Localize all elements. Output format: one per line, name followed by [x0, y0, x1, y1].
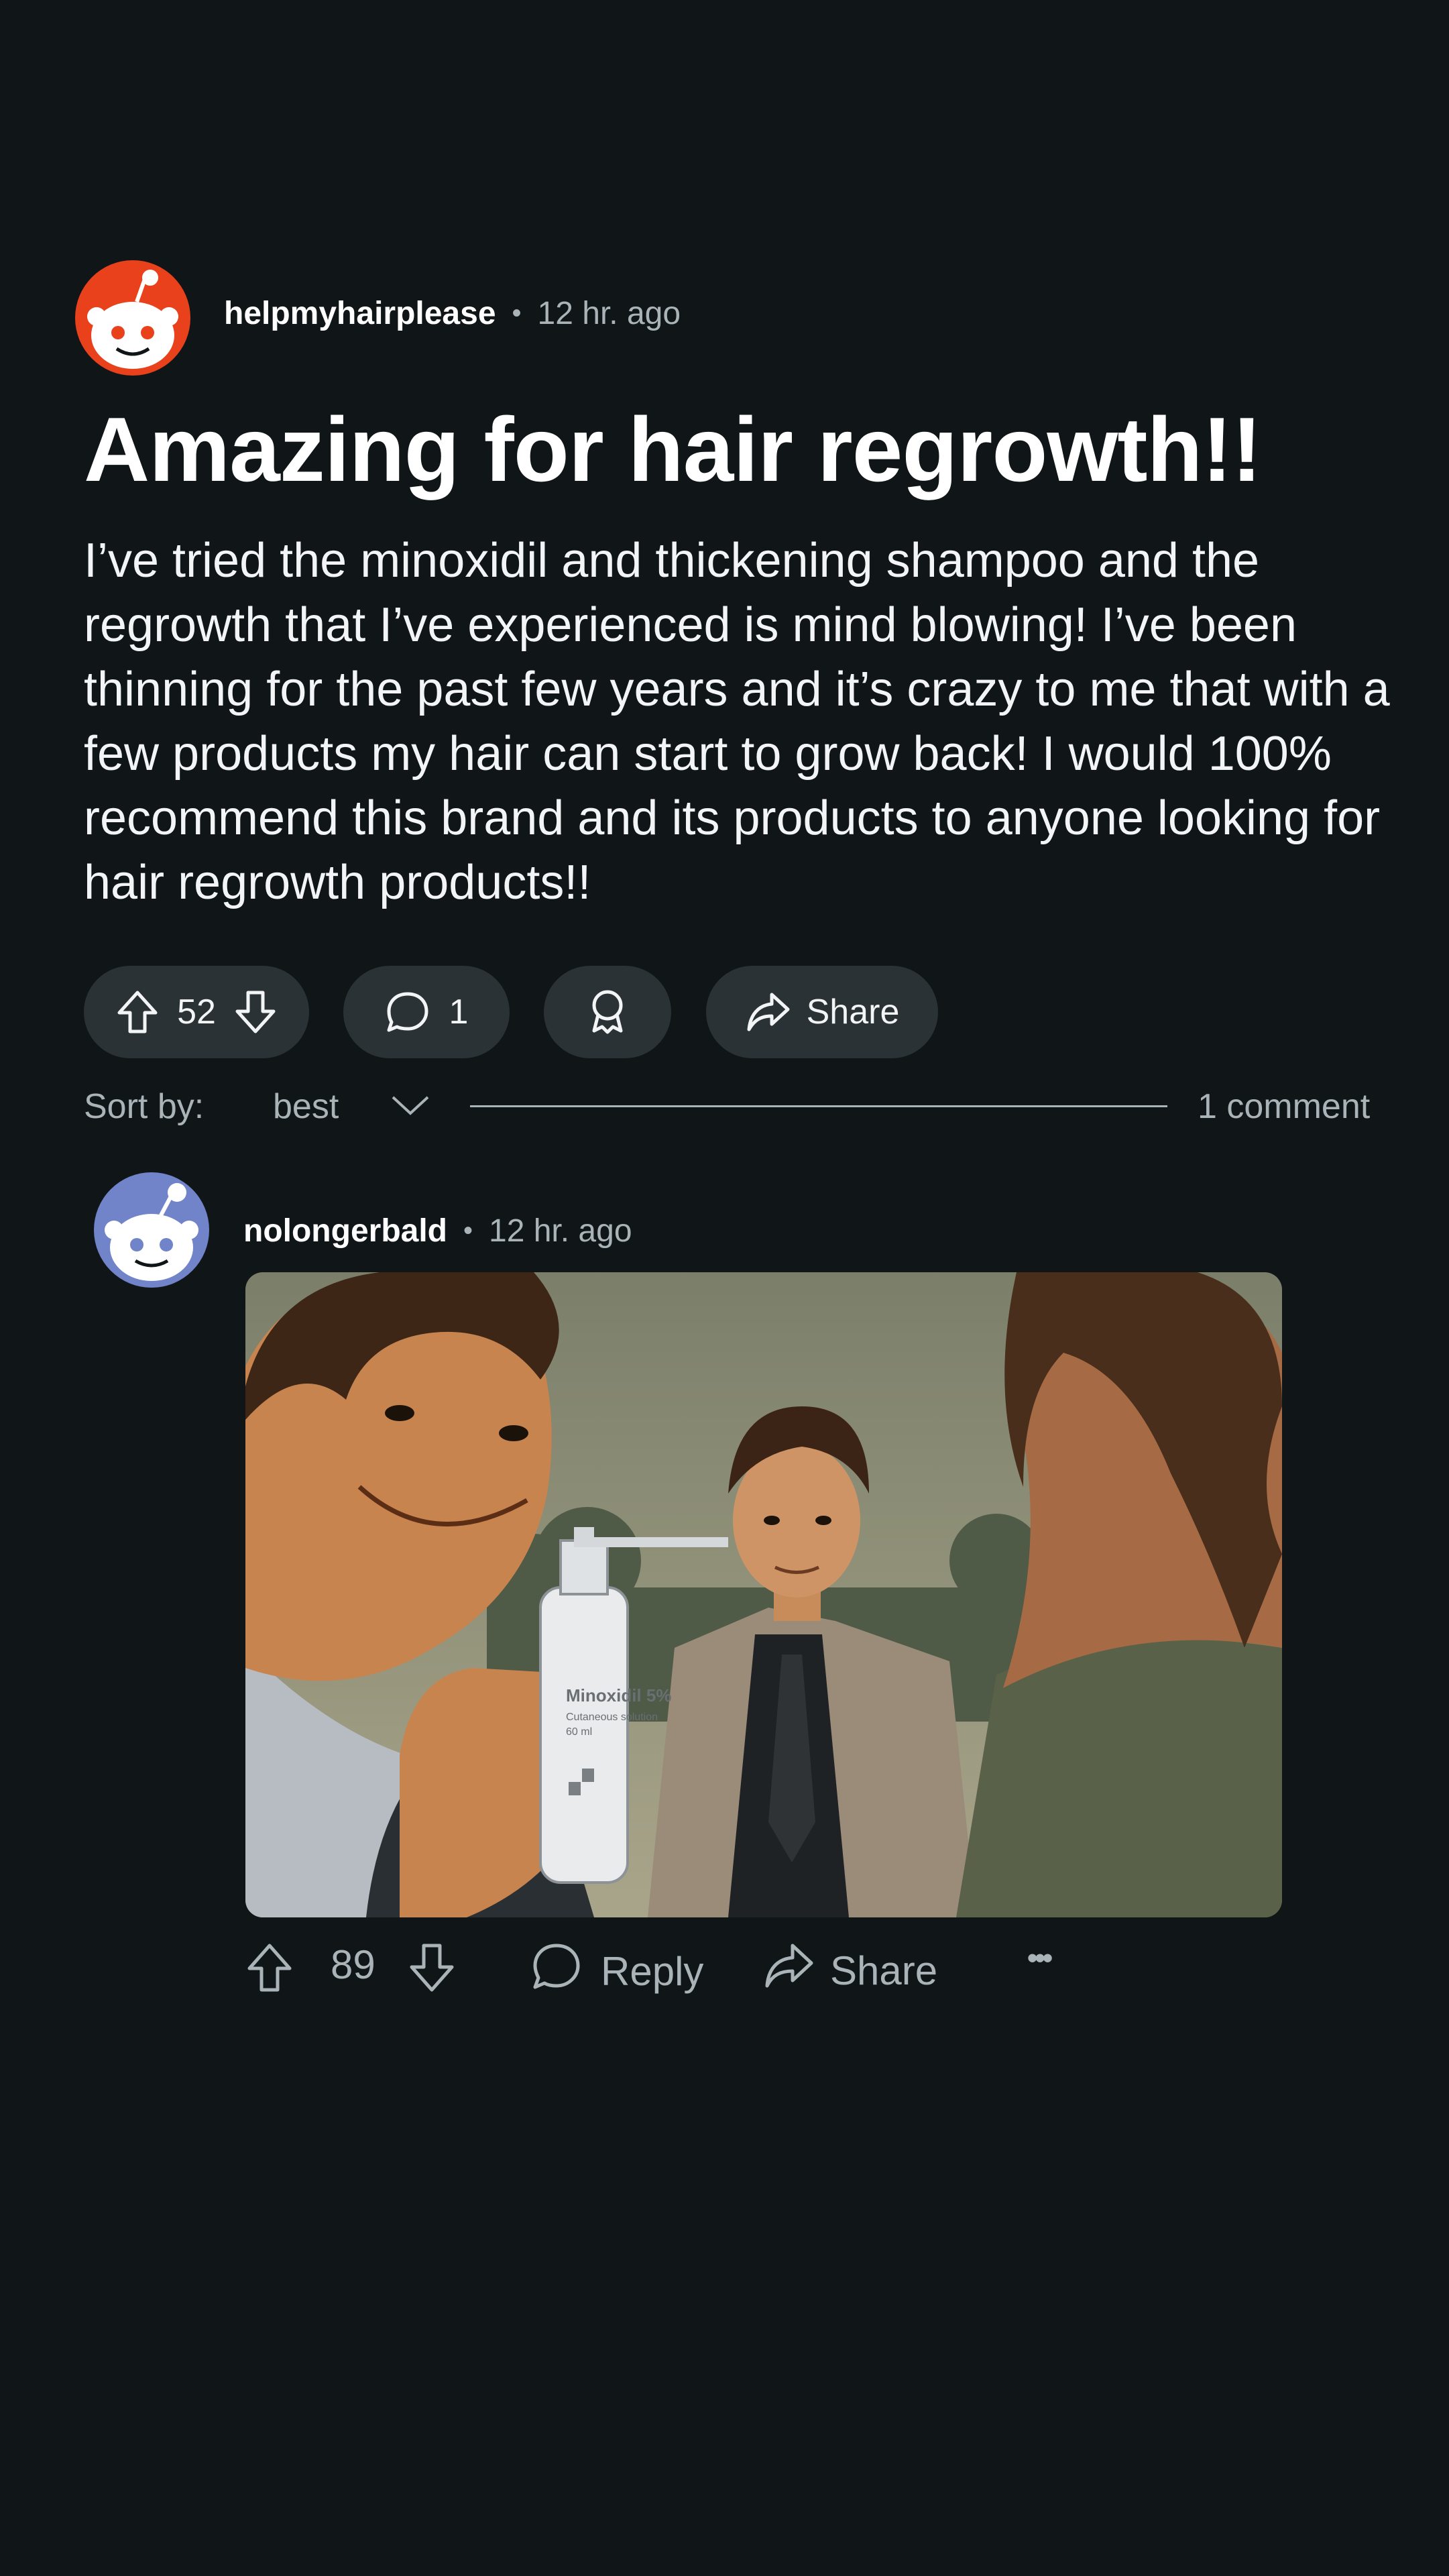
op-username[interactable]: helpmyhairplease [224, 295, 496, 332]
post-share-button[interactable]: Share [706, 966, 938, 1058]
meta-separator: • [512, 298, 522, 328]
post-comments-button[interactable]: 1 [343, 966, 510, 1058]
post-award-button[interactable] [544, 966, 671, 1058]
share-arrow-icon [763, 1942, 815, 1999]
post-comment-count: 1 [449, 993, 469, 1031]
comment-share-label: Share [830, 1948, 938, 1993]
comment-count: 1 comment [1198, 1087, 1371, 1126]
award-icon [586, 988, 629, 1036]
sort-dropdown-value[interactable]: best [273, 1086, 339, 1127]
post-title: Amazing for hair regrowth!! [84, 398, 1262, 500]
comment-bubble-icon [385, 990, 430, 1034]
commenter-avatar[interactable] [94, 1172, 209, 1288]
divider [470, 1105, 1167, 1107]
reply-label: Reply [601, 1948, 704, 1994]
bottle-label: Minoxidil 5% [566, 1685, 671, 1705]
comment-downvote-button[interactable] [408, 1942, 456, 2003]
meta-separator: • [463, 1216, 473, 1245]
post-vote-count: 52 [177, 993, 216, 1031]
sort-label: Sort by: [84, 1087, 205, 1126]
upvote-icon[interactable] [245, 1942, 294, 2003]
more-dots-icon[interactable]: ••• [1027, 1942, 1053, 1975]
post-timestamp: 12 hr. ago [537, 296, 681, 331]
comment-bubble-icon [531, 1942, 582, 2001]
commenter-username[interactable]: nolongerbald [243, 1213, 447, 1249]
bottle-sub: Cutaneous solution [566, 1712, 658, 1723]
comment-upvote-button[interactable] [245, 1942, 294, 2003]
chevron-down-icon[interactable] [390, 1093, 430, 1121]
share-arrow-icon [745, 991, 792, 1033]
downvote-icon[interactable] [408, 1942, 456, 2003]
post-body: I’ve tried the minoxidil and thickening … [84, 534, 1390, 909]
comment-timestamp: 12 hr. ago [489, 1213, 632, 1249]
op-avatar[interactable] [75, 260, 190, 376]
comment-reply-button[interactable]: Reply [531, 1942, 703, 2001]
post-vote-pill: 52 [84, 966, 309, 1058]
comment-image[interactable]: Minoxidil 5% Cutaneous solution 60 ml [245, 1272, 1282, 1917]
upvote-icon[interactable] [115, 989, 160, 1035]
comment-vote-count: 89 [331, 1942, 375, 1987]
bottle-volume: 60 ml [566, 1726, 592, 1738]
comment-share-button[interactable]: Share [763, 1942, 937, 1999]
post-share-label: Share [806, 993, 900, 1031]
downvote-icon[interactable] [233, 989, 278, 1035]
